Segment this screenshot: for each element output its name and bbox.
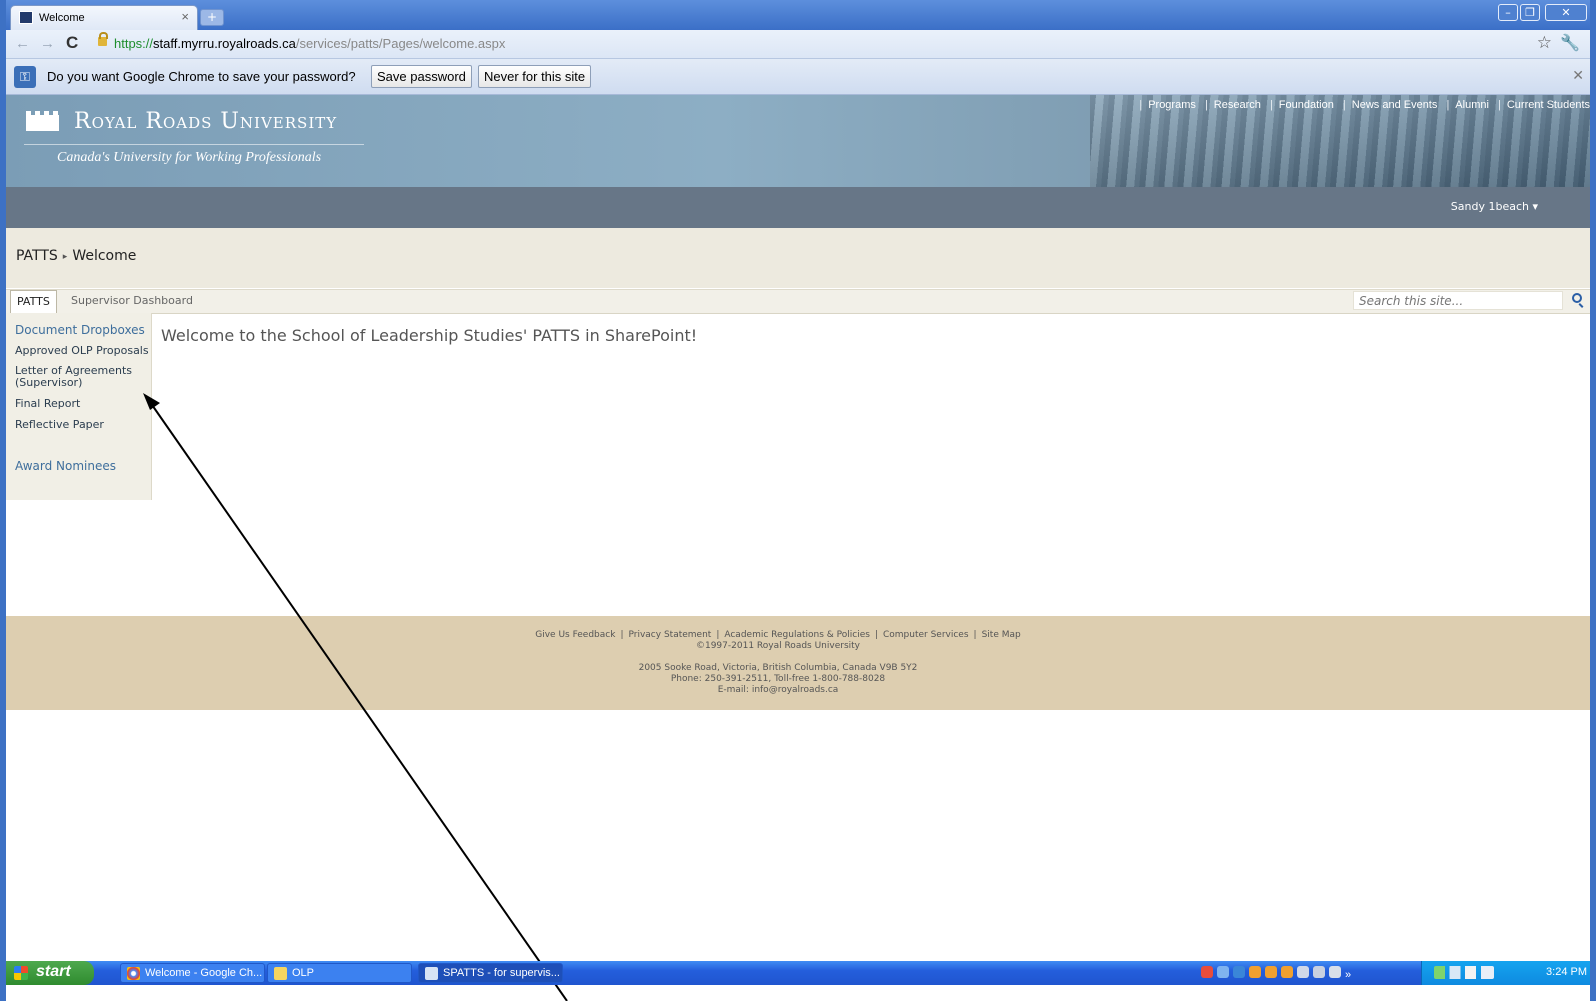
save-password-button[interactable]: Save password: [371, 65, 472, 88]
ql-item-reflective-paper[interactable]: Reflective Paper: [15, 419, 104, 431]
browser-titlebar: Welcome × + – ❐ ✕: [0, 0, 1596, 30]
global-nav-research[interactable]: Research: [1214, 99, 1261, 111]
windows-flag-icon: [14, 966, 28, 980]
site-footer: Give Us Feedback | Privacy Statement | Acade…: [6, 616, 1590, 710]
footer-email[interactable]: E-mail: info@royalroads.ca: [6, 685, 1550, 695]
site-banner: Royal Roads University Canada's Universi…: [6, 95, 1590, 187]
lock-icon: [98, 32, 108, 46]
back-arrow-icon[interactable]: ←: [15, 35, 30, 52]
start-button[interactable]: start: [6, 961, 94, 985]
tab-supervisor-dashboard[interactable]: Supervisor Dashboard: [65, 290, 199, 313]
breadcrumb-current: Welcome: [72, 248, 137, 264]
never-for-this-site-button[interactable]: Never for this site: [478, 65, 592, 88]
global-nav-current-students[interactable]: Current Students: [1507, 99, 1590, 111]
folder-icon: [274, 967, 287, 980]
global-nav-programs[interactable]: Programs: [1148, 99, 1196, 111]
url-scheme: https://: [114, 36, 154, 51]
search-input[interactable]: [1353, 291, 1563, 310]
ql-item-approved-olp-proposals[interactable]: Approved OLP Proposals: [15, 345, 149, 357]
reload-icon[interactable]: C: [66, 33, 78, 53]
ql-item-final-report[interactable]: Final Report: [15, 398, 80, 410]
tray-app-icon[interactable]: [1297, 966, 1309, 978]
tray-app-icon[interactable]: [1233, 966, 1245, 978]
tray-status-icons[interactable]: [1434, 966, 1494, 979]
footer-link-regulations[interactable]: Academic Regulations & Policies: [724, 630, 870, 640]
address-bar[interactable]: https://staff.myrru.royalroads.ca/servic…: [114, 36, 505, 51]
welcome-message: Welcome to the School of Leadership Stud…: [161, 326, 698, 345]
new-tab-button[interactable]: +: [200, 9, 224, 26]
footer-copyright: ©1997-2011 Royal Roads University: [695, 641, 860, 651]
key-icon: ⚿: [14, 66, 36, 88]
footer-link-feedback[interactable]: Give Us Feedback: [535, 630, 615, 640]
forward-arrow-icon[interactable]: →: [40, 35, 55, 52]
document-icon: [425, 967, 438, 980]
tray-app-icon[interactable]: [1329, 966, 1341, 978]
tray-app-icon[interactable]: [1265, 966, 1277, 978]
ql-heading-award-nominees[interactable]: Award Nominees: [15, 459, 116, 473]
breadcrumb-arrow-icon: ▸: [62, 252, 68, 262]
taskbar-spatts[interactable]: SPATTS - for supervis...: [418, 963, 563, 983]
wrench-icon[interactable]: 🔧: [1560, 33, 1580, 53]
quick-launch: Document Dropboxes Approved OLP Proposal…: [6, 313, 152, 500]
tray-app-icon[interactable]: [1281, 966, 1293, 978]
ql-heading-document-dropboxes[interactable]: Document Dropboxes: [15, 323, 145, 337]
ql-item-letter-of-agreements[interactable]: Letter of Agreements (Supervisor): [15, 365, 145, 389]
footer-address: 2005 Sooke Road, Victoria, British Colum…: [638, 663, 918, 673]
footer-phone: Phone: 250-391-2511, Toll-free 1-800-788…: [670, 674, 886, 684]
footer-link-computer-services[interactable]: Computer Services: [883, 630, 969, 640]
breadcrumb: PATTS ▸ Welcome: [16, 248, 136, 264]
taskbar: start Welcome - Google Ch... OLP SPATTS …: [0, 961, 1596, 985]
user-menu[interactable]: Sandy 1beach ▾: [1451, 200, 1538, 213]
chrome-icon: [127, 967, 140, 980]
tray-app-icon[interactable]: [1313, 966, 1325, 978]
save-password-infobar: ⚿ Do you want Google Chrome to save your…: [6, 59, 1590, 95]
footer-link-privacy[interactable]: Privacy Statement: [629, 630, 712, 640]
global-nav-news-events[interactable]: News and Events: [1352, 99, 1438, 111]
global-nav: | Programs | Research | Foundation | News an…: [1139, 99, 1590, 111]
browser-toolbar: ← → C https://staff.myrru.royalroads.ca/…: [6, 30, 1590, 59]
tab-title: Welcome: [39, 12, 85, 24]
infobar-message: Do you want Google Chrome to save your p…: [47, 69, 356, 84]
minimize-button[interactable]: –: [1498, 4, 1518, 21]
more-icon[interactable]: »: [1345, 969, 1351, 981]
user-bar: Sandy 1beach ▾: [6, 187, 1590, 228]
browser-tab-welcome[interactable]: Welcome ×: [10, 5, 198, 30]
search-icon[interactable]: [1572, 293, 1582, 303]
bookmark-star-icon[interactable]: ☆: [1537, 33, 1552, 53]
tray-app-icon[interactable]: [1217, 966, 1229, 978]
taskbar-chrome-welcome[interactable]: Welcome - Google Ch...: [120, 963, 265, 983]
rru-logo-icon[interactable]: [26, 111, 59, 131]
window-frame-right: [1590, 0, 1596, 1001]
restore-button[interactable]: ❐: [1520, 4, 1540, 21]
close-window-button[interactable]: ✕: [1545, 4, 1587, 21]
tagline-divider: [24, 144, 364, 145]
breadcrumb-root[interactable]: PATTS: [16, 248, 58, 264]
global-nav-alumni[interactable]: Alumni: [1455, 99, 1489, 111]
quick-launch-tray-icons: »: [1201, 966, 1355, 981]
infobar-close-icon[interactable]: ✕: [1572, 67, 1584, 84]
tray-app-icon[interactable]: [1201, 966, 1213, 978]
url-host: staff.myrru.royalroads.ca: [153, 36, 296, 51]
rru-favicon-icon: [19, 11, 33, 24]
system-tray: 3:24 PM: [1421, 961, 1596, 985]
footer-link-site-map[interactable]: Site Map: [982, 630, 1021, 640]
tagline: Canada's University for Working Professi…: [57, 150, 322, 165]
taskbar-folder-olp[interactable]: OLP: [267, 963, 412, 983]
brand-name[interactable]: Royal Roads University: [74, 109, 337, 134]
footer-links: Give Us Feedback | Privacy Statement | Acade…: [535, 630, 1021, 640]
window-frame-left: [0, 0, 6, 1001]
global-nav-foundation[interactable]: Foundation: [1279, 99, 1334, 111]
tray-app-icon[interactable]: [1249, 966, 1261, 978]
top-nav-bar: PATTS Supervisor Dashboard: [6, 289, 1590, 314]
tab-close-icon[interactable]: ×: [181, 9, 189, 24]
clock[interactable]: 3:24 PM: [1546, 966, 1587, 978]
tab-patts[interactable]: PATTS: [10, 290, 57, 313]
url-path: /services/patts/Pages/welcome.aspx: [295, 36, 506, 51]
page-title-area: PATTS ▸ Welcome: [6, 228, 1590, 288]
